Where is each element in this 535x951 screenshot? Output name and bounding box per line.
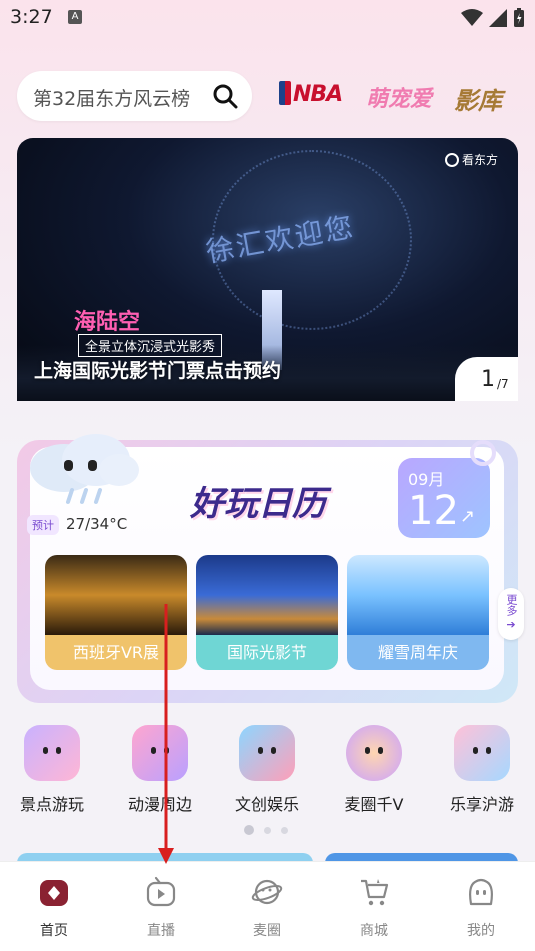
category-label: 文创娱乐	[234, 795, 299, 814]
banner-pager: 1 /7	[455, 357, 518, 401]
system-icons	[461, 8, 525, 28]
event-card-label: 西班牙VR展	[45, 635, 187, 670]
tab-label: 直播	[147, 923, 175, 939]
category-label: 乐享沪游	[449, 795, 514, 814]
search-row: 第32届东方风云榜 NBA 萌宠爱 影库	[17, 71, 522, 121]
event-card[interactable]: 耀雪周年庆	[347, 555, 489, 670]
category-label: 景点游玩	[19, 795, 84, 814]
status-time: 3:27	[10, 6, 53, 28]
calendar-ring-decoration	[470, 440, 496, 466]
category-travel[interactable]: 乐享沪游	[432, 725, 532, 815]
nba-logo-mark	[279, 81, 291, 105]
plane-icon	[454, 725, 510, 781]
bottom-nav: 首页 直播 麦圈 商城 我的	[0, 861, 535, 951]
category-anime[interactable]: 动漫周边	[110, 725, 210, 815]
page-dot	[264, 826, 271, 834]
event-card-label: 耀雪周年庆	[347, 635, 489, 670]
category-row: 景点游玩 动漫周边 文创娱乐 麦圈千V 乐享沪游	[0, 725, 535, 815]
anime-icon	[132, 725, 188, 781]
weather-tag: 预计	[27, 515, 59, 535]
banner-tag-title: 海陆空	[74, 310, 141, 335]
tab-label: 商城	[360, 923, 388, 939]
event-card-image	[45, 555, 187, 635]
banner-caption: 上海国际光影节门票点击预约	[34, 360, 282, 382]
wifi-icon	[461, 9, 483, 26]
search-placeholder: 第32届东方风云榜	[33, 88, 191, 110]
category-page-indicator	[244, 825, 288, 835]
pet-brand-logo[interactable]: 萌宠爱	[366, 81, 432, 113]
planet-icon	[251, 879, 283, 905]
notification-icon: A	[68, 10, 82, 24]
culture-icon	[239, 725, 295, 781]
tab-label: 我的	[467, 923, 495, 939]
event-card[interactable]: 西班牙VR展	[45, 555, 187, 670]
movie-library-logo[interactable]: 影库	[454, 81, 502, 116]
weather-temperature: 27/34°C	[66, 515, 128, 533]
pager-total: /7	[497, 377, 509, 391]
search-input[interactable]: 第32届东方风云榜	[17, 71, 252, 121]
event-card-image	[196, 555, 338, 635]
calendar-month: 09月	[408, 470, 445, 489]
tab-label: 首页	[40, 923, 68, 939]
tab-live[interactable]: 直播	[121, 876, 201, 940]
page-dot	[281, 826, 288, 834]
planet-icon	[346, 725, 402, 781]
weather-cloud-icon	[30, 434, 139, 504]
channel-watermark: 看东方	[445, 151, 498, 168]
category-attractions[interactable]: 景点游玩	[2, 725, 102, 815]
tab-label: 麦圈	[253, 923, 281, 939]
category-label: 麦圈千V	[344, 795, 404, 814]
event-card-label: 国际光影节	[196, 635, 338, 670]
calendar-day: 12	[408, 488, 459, 534]
battery-icon	[514, 8, 524, 27]
attraction-icon	[24, 725, 80, 781]
watermark-logo-icon	[445, 153, 459, 167]
category-maiquan[interactable]: 麦圈千V	[324, 725, 424, 815]
more-events-button[interactable]: 更多 ➔	[498, 588, 524, 640]
shop-icon	[361, 879, 389, 906]
tab-profile[interactable]: 我的	[441, 876, 521, 940]
tab-home[interactable]: 首页	[14, 876, 94, 940]
status-bar: 3:27 A	[0, 0, 535, 36]
tab-shop[interactable]: 商城	[334, 876, 414, 940]
arrow-up-right-icon: ↗	[460, 506, 476, 527]
search-icon[interactable]	[212, 83, 238, 109]
signal-icon	[489, 9, 507, 27]
pager-current: 1	[481, 367, 495, 392]
profile-icon	[469, 878, 493, 906]
calendar-date-button[interactable]: 09月 12 ↗	[398, 458, 490, 538]
live-tv-icon	[146, 876, 176, 907]
nba-logo[interactable]: NBA	[279, 81, 343, 107]
category-label: 动漫周边	[127, 795, 192, 814]
event-card-image	[347, 555, 489, 635]
event-card[interactable]: 国际光影节	[196, 555, 338, 670]
page-dot-active	[244, 825, 254, 835]
calendar-title: 好玩日历	[190, 484, 326, 524]
home-icon	[40, 880, 68, 906]
tab-maiquan[interactable]: 麦圈	[227, 876, 307, 940]
arrow-right-icon: ➔	[506, 618, 516, 631]
banner-tag-subtitle: 全景立体沉浸式光影秀	[78, 334, 223, 357]
category-culture[interactable]: 文创娱乐	[217, 725, 317, 815]
